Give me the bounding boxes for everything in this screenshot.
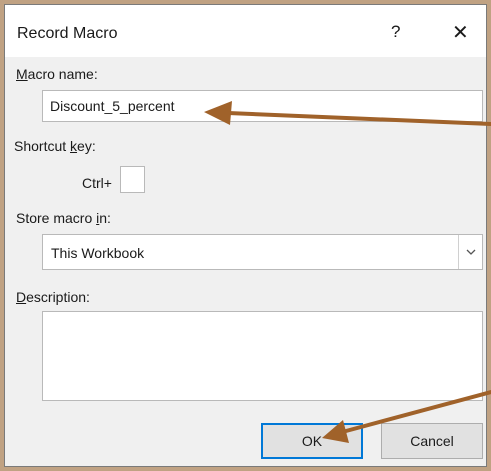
title-bar: Record Macro ? ✕ — [5, 5, 486, 57]
store-macro-label: Store macro in: — [16, 210, 111, 226]
macro-name-input[interactable] — [42, 90, 483, 122]
shortcut-key-label-accesskey: k — [70, 138, 78, 154]
macro-name-label: Macro name: — [16, 66, 98, 82]
help-button[interactable]: ? — [391, 22, 400, 42]
store-macro-select[interactable]: This Workbook — [42, 234, 483, 270]
shortcut-key-label: Shortcut key: — [14, 138, 96, 154]
dropdown-arrow[interactable] — [458, 235, 482, 269]
macro-name-label-text: acro name: — [27, 66, 98, 82]
store-macro-selected: This Workbook — [51, 245, 145, 261]
macro-name-label-accesskey: M — [16, 66, 28, 82]
cancel-button[interactable]: Cancel — [381, 423, 483, 459]
description-label-accesskey: D — [16, 289, 27, 305]
store-macro-label-pre: Store macro — [16, 210, 97, 226]
description-label-text: escription: — [26, 289, 90, 305]
chevron-down-icon — [466, 249, 476, 255]
record-macro-dialog: Record Macro ? ✕ Macro name: Shortcut ke… — [4, 4, 487, 467]
shortcut-key-input[interactable] — [120, 166, 145, 193]
shortcut-key-label-post: ey: — [77, 138, 96, 154]
shortcut-key-label-pre: Shortcut — [14, 138, 71, 154]
ok-button[interactable]: OK — [261, 423, 363, 459]
close-button[interactable]: ✕ — [452, 20, 469, 45]
ctrl-label: Ctrl+ — [82, 175, 112, 191]
store-macro-label-post: n: — [99, 210, 111, 226]
description-label: Description: — [16, 289, 90, 305]
dialog-title: Record Macro — [17, 25, 118, 42]
description-textarea[interactable] — [42, 311, 483, 401]
